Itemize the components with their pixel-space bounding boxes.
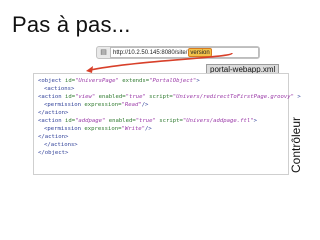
url-field[interactable]: http://10.2.50.145:8080/site/ version [110,47,259,58]
code-line: <object id="UniversPage" extends="Portal… [38,78,200,84]
code-line: <actions> [44,86,75,92]
arrow-head [86,66,93,73]
side-label: Contrôleur [289,116,303,174]
code-line: </action> [38,110,69,116]
code-line: <action id="view" enabled="true" script=… [38,94,301,100]
browser-address-bar[interactable]: ▤ http://10.2.50.145:8080/site/ version [96,46,260,59]
code-line: <action id="addpage" enabled="true" scri… [38,118,257,124]
code-line: </object> [38,150,69,156]
slide-title: Pas à pas... [12,12,131,37]
url-prefix: http://10.2.50.145:8080/site/ [113,49,188,56]
page-icon: ▤ [100,49,107,56]
url-highlight: version [188,48,212,57]
code-line: </action> [38,134,69,140]
code-line: <permission expression="Read"/> [44,102,149,108]
code-line: <permission expression="Write"/> [44,126,152,132]
code-line: </actions> [44,142,78,148]
